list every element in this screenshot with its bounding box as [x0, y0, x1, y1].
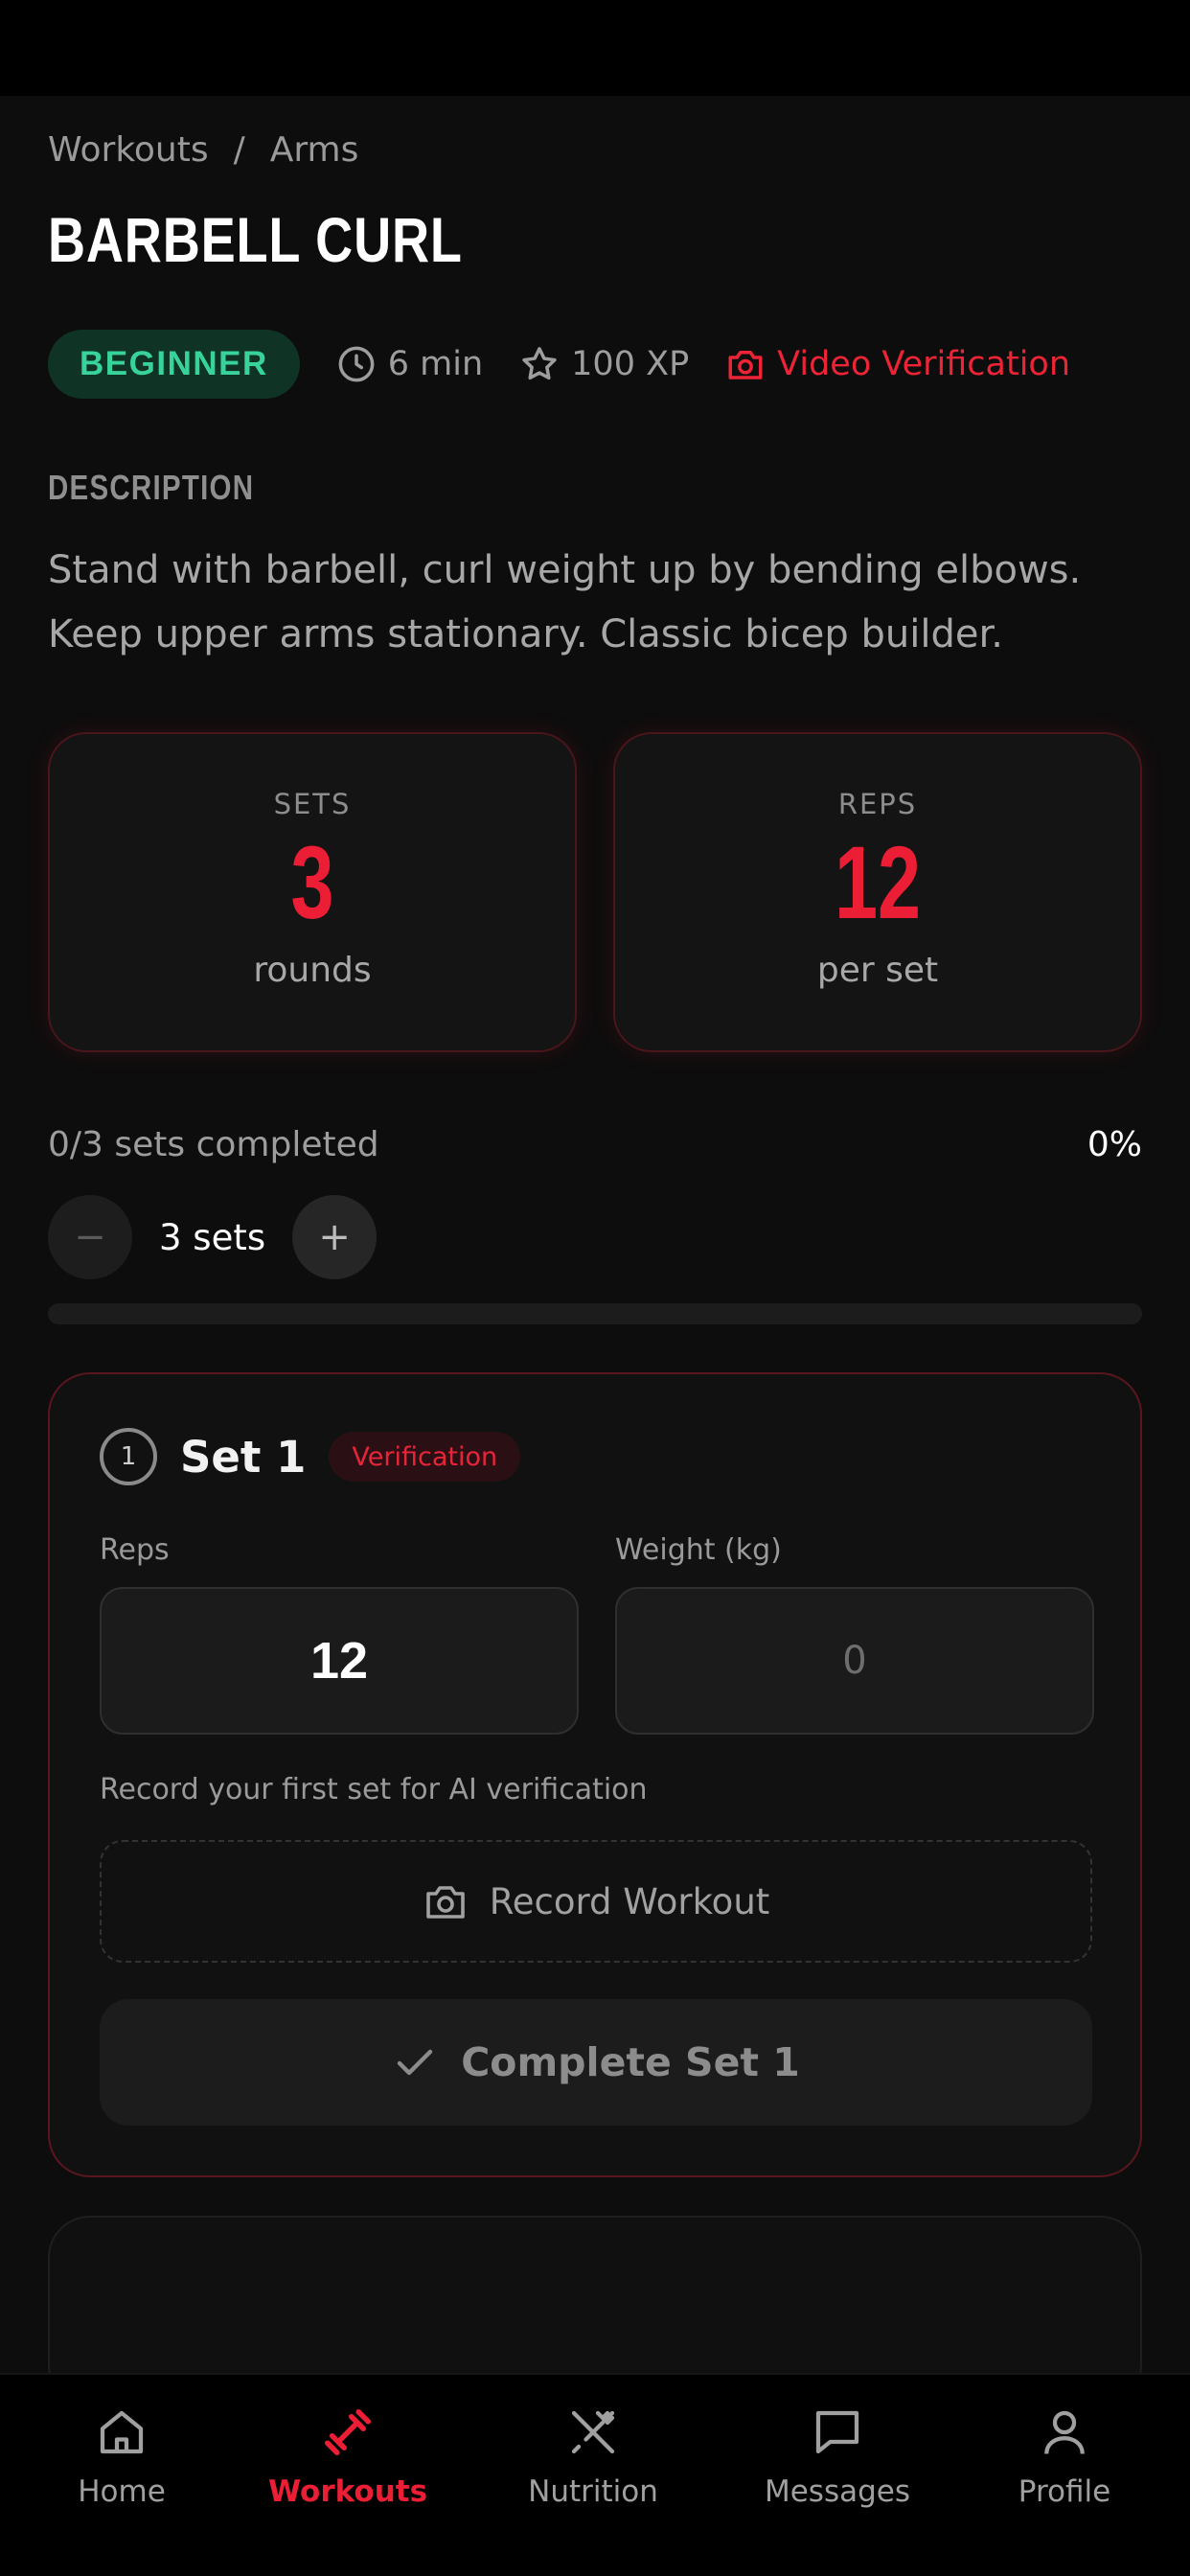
verification-text: Video Verification: [777, 345, 1071, 383]
tab-profile[interactable]: Profile: [969, 2404, 1160, 2509]
reps-unit: per set: [816, 951, 939, 990]
set-number-circle: 1: [100, 1428, 157, 1485]
increase-sets-button[interactable]: +: [292, 1195, 378, 1279]
sets-stat-card: SETS 3 rounds: [48, 732, 577, 1052]
complete-set-label: Complete Set 1: [461, 2039, 800, 2085]
tab-nutrition[interactable]: Nutrition: [497, 2404, 689, 2509]
tab-nutrition-label: Nutrition: [528, 2474, 658, 2509]
breadcrumb-separator: /: [233, 130, 245, 170]
duration-info: 6 min: [336, 344, 483, 384]
tab-home-label: Home: [78, 2474, 166, 2509]
tab-messages[interactable]: Messages: [742, 2404, 933, 2509]
set-title: Set 1: [180, 1431, 307, 1483]
page-title: BARBELL CURL: [48, 204, 463, 275]
breadcrumb: Workouts / Arms: [48, 130, 358, 170]
bottom-tab-bar: Home Workouts Nutrition Messages Profile: [0, 2373, 1190, 2576]
complete-set-button[interactable]: Complete Set 1: [100, 1999, 1092, 2126]
record-workout-button[interactable]: Record Workout: [100, 1840, 1092, 1963]
star-icon: [522, 347, 557, 380]
reps-value: 12: [834, 824, 922, 940]
sets-count: 3 sets: [159, 1216, 266, 1258]
difficulty-badge: BEGINNER: [48, 330, 300, 399]
sets-stepper: − 3 sets +: [48, 1195, 378, 1279]
message-icon: [815, 2410, 859, 2454]
breadcrumb-current: Arms: [269, 130, 359, 170]
sets-value: 3: [290, 824, 334, 940]
weight-input[interactable]: 0: [615, 1587, 1094, 1735]
tab-workouts-label: Workouts: [267, 2474, 428, 2509]
reps-input[interactable]: 12: [100, 1587, 579, 1735]
clock-icon: [338, 346, 375, 382]
decrease-sets-button[interactable]: −: [48, 1195, 132, 1279]
camera-icon: [728, 351, 763, 380]
set-header: 1 Set 1 Verification: [100, 1428, 521, 1485]
verification-hint: Record your first set for AI verificatio…: [100, 1773, 648, 1806]
progress-percent: 0%: [1087, 1125, 1142, 1164]
exercise-meta: BEGINNER 6 min 100 XP Video Verification: [48, 330, 1142, 399]
reps-label: REPS: [837, 788, 918, 820]
progress-text: 0/3 sets completed: [48, 1125, 379, 1164]
tab-messages-label: Messages: [764, 2474, 911, 2509]
user-icon: [1044, 2410, 1085, 2454]
duration-text: 6 min: [387, 345, 484, 383]
reps-stat-card: REPS 12 per set: [613, 732, 1142, 1052]
sets-unit: rounds: [253, 951, 372, 990]
description-text: Stand with barbell, curl weight up by be…: [48, 548, 1082, 656]
verification-chip: Verification: [329, 1432, 521, 1482]
dumbbell-icon: [325, 2409, 371, 2455]
weight-field-label: Weight (kg): [615, 1533, 782, 1567]
app-screen: Workouts / Arms BARBELL CURL BEGINNER 6 …: [0, 96, 1190, 2576]
xp-text: 100 XP: [571, 345, 690, 383]
xp-info: 100 XP: [519, 344, 689, 384]
record-workout-label: Record Workout: [489, 1880, 770, 1922]
breadcrumb-workouts-link[interactable]: Workouts: [48, 130, 209, 170]
tab-profile-label: Profile: [1018, 2474, 1111, 2509]
reps-field-label: Reps: [100, 1533, 170, 1567]
set-card-1: 1 Set 1 Verification Reps Weight (kg) 12…: [48, 1372, 1142, 2177]
verification-info: Video Verification: [725, 344, 1070, 384]
description-heading: DESCRIPTION: [48, 468, 255, 507]
sets-label: SETS: [273, 788, 352, 820]
tab-home[interactable]: Home: [26, 2404, 217, 2509]
progress-bar: [48, 1303, 1142, 1324]
utensils-icon: [571, 2410, 615, 2454]
home-icon: [100, 2410, 144, 2454]
check-icon: [397, 2049, 433, 2076]
camera-icon: [425, 1886, 465, 1919]
tab-workouts[interactable]: Workouts: [252, 2404, 444, 2509]
